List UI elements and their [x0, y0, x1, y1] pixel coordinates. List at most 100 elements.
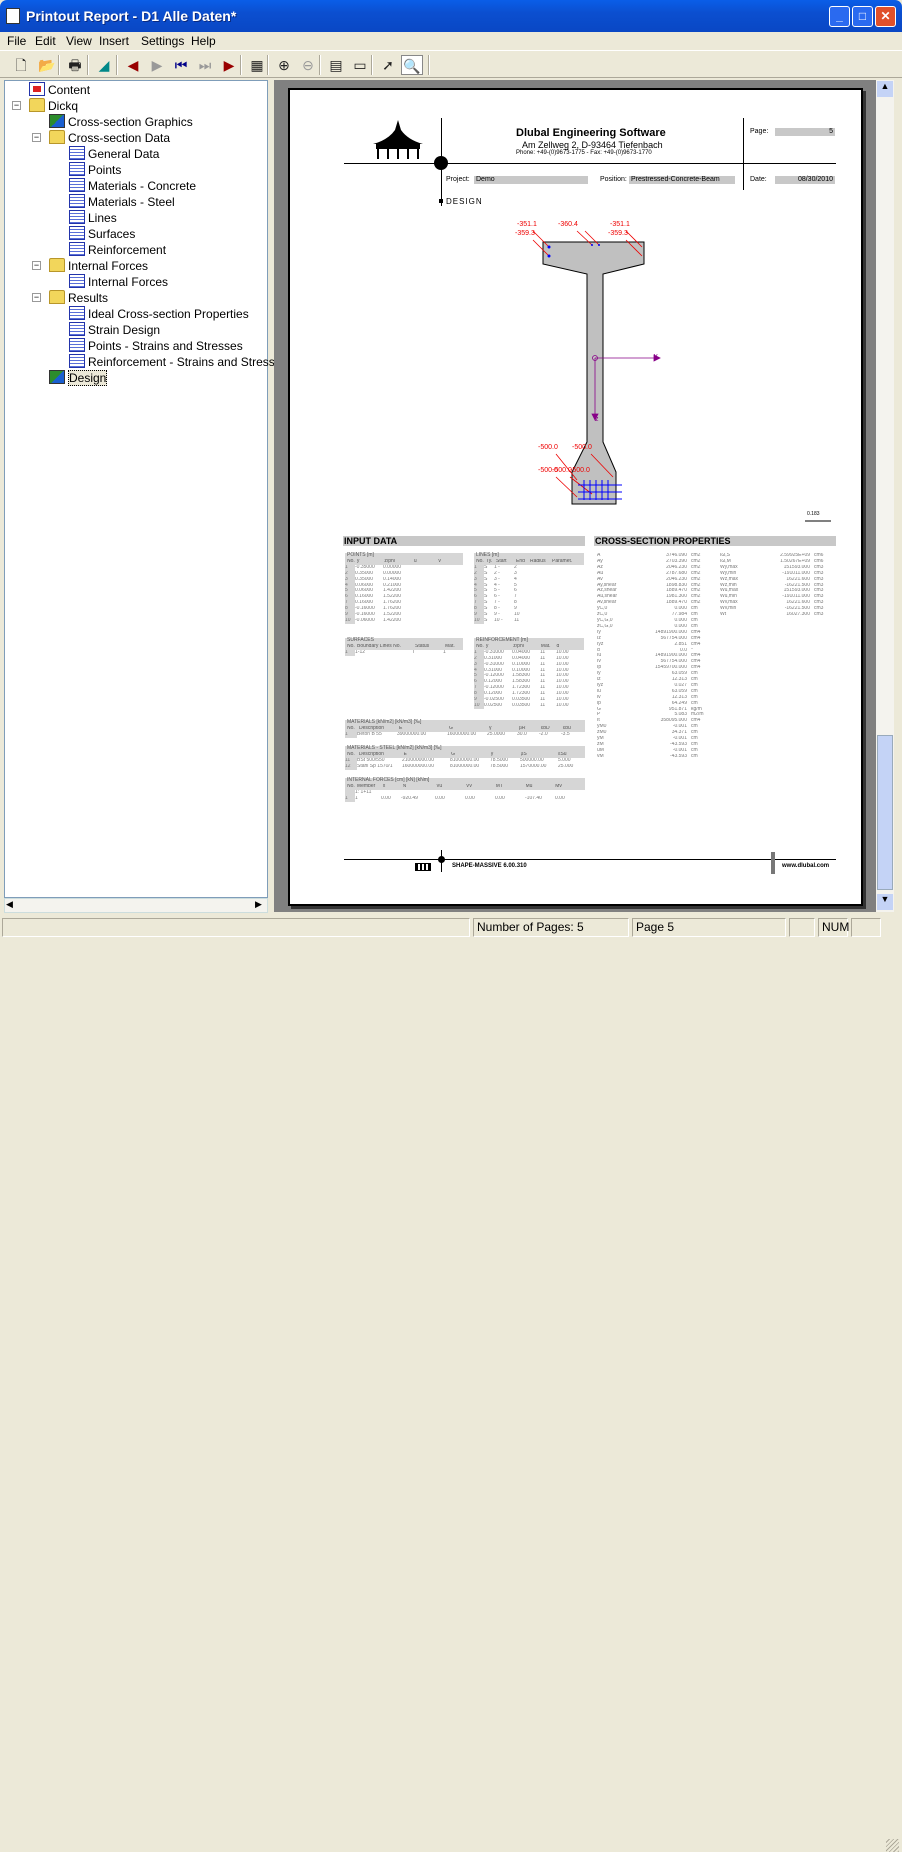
menu-settings[interactable]: Settings: [141, 34, 184, 48]
document-icon: [69, 322, 85, 336]
previous-page-button[interactable]: ◀: [122, 55, 144, 75]
collapse-toggle[interactable]: −: [32, 293, 41, 302]
menu-view[interactable]: View: [66, 34, 92, 48]
page-layout-button[interactable]: ▦: [246, 55, 268, 75]
header-button[interactable]: ▭: [349, 55, 371, 75]
collapse-toggle[interactable]: −: [12, 101, 21, 110]
input-data-heading: INPUT DATA: [343, 536, 585, 546]
table-row: 10 0.02500 0.03500 11 10.00: [474, 702, 584, 709]
tree-item[interactable]: Ideal Cross-section Properties: [69, 306, 249, 322]
tree-item[interactable]: Content: [29, 82, 90, 98]
app-icon: [6, 8, 20, 24]
tree-item[interactable]: Cross-section Data: [49, 130, 170, 146]
next-page-button[interactable]: ▶: [146, 55, 168, 75]
table-cell: 160000000.00: [402, 763, 434, 769]
properties-button[interactable]: ▤: [325, 55, 347, 75]
tree-item[interactable]: Internal Forces: [69, 274, 168, 290]
menu-file[interactable]: File: [7, 34, 26, 48]
select-icon: ➚: [382, 57, 394, 73]
column-header: MT: [495, 783, 503, 789]
open-button[interactable]: 📂: [36, 55, 58, 75]
toolbar-separator: [267, 55, 269, 75]
toolbar-separator: [319, 55, 321, 75]
zoom-out-icon: ⊖: [302, 57, 314, 73]
table-header: No. Member x N Vu Vv MT Mu Mv: [345, 783, 585, 790]
table-cell: 10 -: [494, 617, 503, 623]
graphic-button[interactable]: ◢: [93, 55, 115, 75]
tree-item-label: Lines: [88, 211, 117, 225]
collapse-toggle[interactable]: −: [32, 261, 41, 270]
reinforcement-table: REINFORCEMENT [m] No. y z/phi Mat. d 1 -0.31000…: [474, 637, 584, 709]
property-value: -43.593: [670, 753, 687, 759]
first-page-button[interactable]: ⏮: [170, 55, 192, 75]
resize-grip-icon[interactable]: [886, 1839, 899, 1852]
table-cell: 25.000: [558, 763, 574, 769]
tree-item[interactable]: Reinforcement: [69, 242, 166, 258]
select-button[interactable]: ➚: [377, 55, 399, 75]
tree-item[interactable]: Results: [49, 290, 108, 306]
goto-page-button[interactable]: ▶: [218, 55, 240, 75]
close-button[interactable]: ✕: [875, 6, 896, 27]
table-cell: 1: [345, 795, 355, 802]
tree-item[interactable]: Materials - Concrete: [69, 178, 196, 194]
collapse-toggle[interactable]: −: [32, 133, 41, 142]
maximize-button[interactable]: □: [852, 6, 873, 27]
stress-label: -351.1: [517, 221, 537, 228]
scroll-down-icon[interactable]: ▼: [877, 894, 893, 910]
zoom-out-button[interactable]: ⊖: [297, 55, 319, 75]
zoom-in-button[interactable]: ⊕: [273, 55, 295, 75]
tree-item[interactable]: Internal Forces: [49, 258, 148, 274]
print-button[interactable]: 🖶: [64, 55, 86, 75]
preview-vertical-scrollbar[interactable]: ▲ ▼: [876, 80, 894, 912]
last-page-button[interactable]: ⏭: [194, 55, 216, 75]
tree-item[interactable]: Lines: [69, 210, 117, 226]
tree-item[interactable]: Materials - Steel: [69, 194, 175, 210]
scroll-up-icon[interactable]: ▲: [877, 81, 893, 97]
tree-item[interactable]: Surfaces: [69, 226, 135, 242]
table-cell: S: [484, 617, 488, 623]
zoom-area-button[interactable]: 🔍: [401, 55, 423, 75]
table-row: 12 Stahl Sp 1570/1 160000000.00 81000000.00…: [345, 763, 585, 770]
table-cell: 0.00: [381, 795, 391, 801]
table-cell: 39000000.00: [397, 731, 427, 737]
graphic-icon: ◢: [98, 57, 110, 73]
status-current-page: Page 5: [632, 918, 786, 937]
table-cell: 1: [355, 795, 358, 801]
menu-help[interactable]: Help: [191, 34, 216, 48]
lines-table: LINES [m] No. Ty. Start End Radius Paramet. 1 S 1…: [474, 552, 584, 624]
toolbar-separator: [116, 55, 118, 75]
menu-edit[interactable]: Edit: [35, 34, 56, 48]
menu-insert[interactable]: Insert: [99, 34, 129, 48]
tree-item-label: Dickq: [48, 99, 79, 113]
scroll-left-icon[interactable]: ◀: [6, 899, 13, 910]
report-tree[interactable]: Content Dickq − Cross-section Graphics Cross…: [4, 80, 287, 898]
table-cell: -920.49: [401, 795, 418, 801]
tree-item[interactable]: General Data: [69, 146, 159, 162]
stress-label: -500.0: [572, 444, 592, 451]
table-cell: 11: [540, 702, 546, 708]
tree-item[interactable]: Cross-section Graphics: [49, 114, 193, 130]
table-cell: 0.00: [555, 795, 565, 801]
new-button[interactable]: 🗋: [10, 55, 32, 75]
tree-horizontal-scrollbar[interactable]: ◀ ▶: [4, 898, 268, 913]
scroll-right-icon[interactable]: ▶: [255, 899, 262, 910]
tree-item[interactable]: Dickq: [29, 98, 78, 114]
tree-item[interactable]: Points - Strains and Stresses: [69, 338, 243, 354]
minimize-button[interactable]: _: [829, 6, 850, 27]
tree-item[interactable]: Points: [69, 162, 121, 178]
tree-item-label: Reinforcement: [88, 243, 167, 257]
tree-item[interactable]: Strain Design: [69, 322, 160, 338]
document-icon: [69, 242, 85, 256]
cross-section-graphic: [532, 230, 831, 522]
tree-item-label: Internal Forces: [88, 275, 169, 289]
property-unit: cm: [691, 753, 698, 759]
scroll-thumb[interactable]: [877, 735, 893, 890]
table-cell: 10: [345, 617, 355, 624]
tree-item[interactable]: Design: [49, 370, 108, 386]
tree-item-label: Content: [48, 83, 91, 97]
column-header: N: [402, 783, 407, 789]
tree-item[interactable]: Reinforcement - Strains and Stresses: [69, 354, 287, 370]
stress-label: -500.0: [538, 444, 558, 451]
toolbar-separator: [58, 55, 60, 75]
table-cell: 1.42200: [383, 617, 402, 623]
